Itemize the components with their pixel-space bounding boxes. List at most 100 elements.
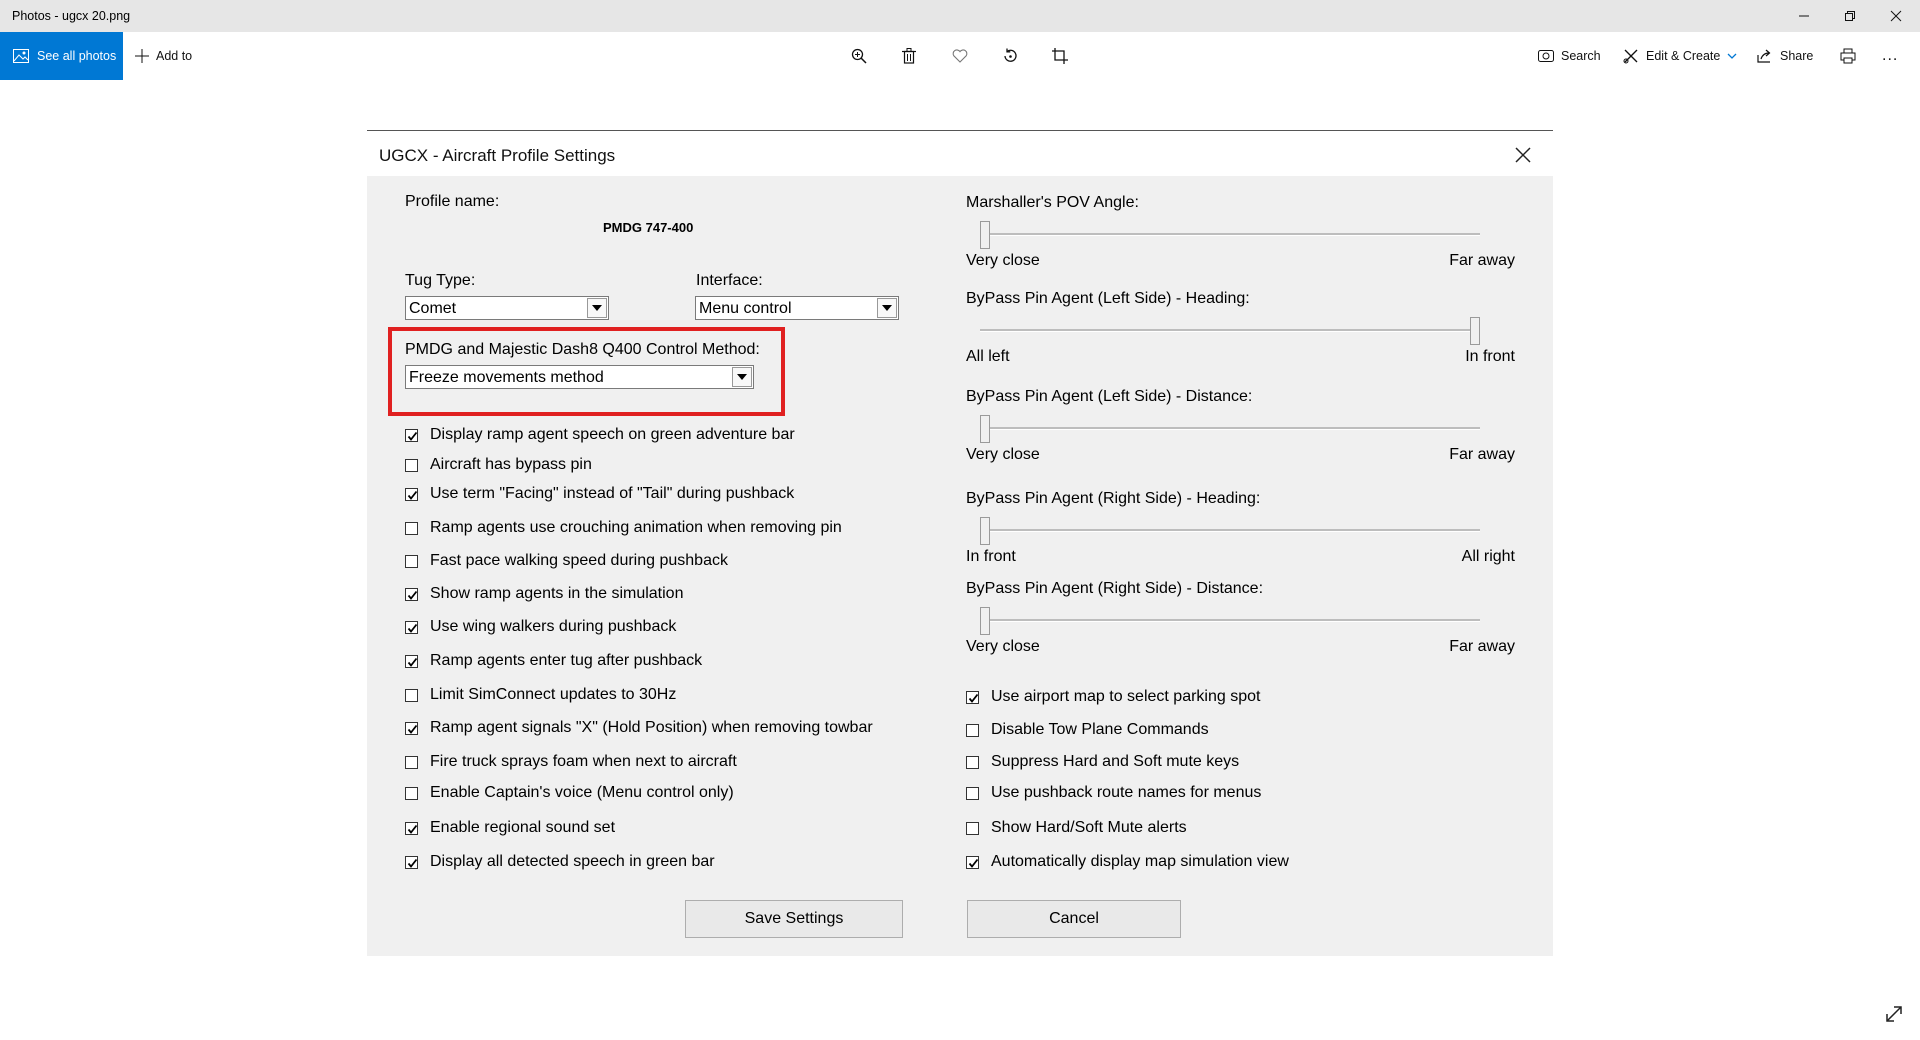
checkbox-label: Show Hard/Soft Mute alerts bbox=[991, 819, 1187, 836]
slider-label: ByPass Pin Agent (Right Side) - Heading: bbox=[966, 490, 1261, 507]
checkbox-checked[interactable] bbox=[966, 855, 979, 869]
slider-label: Marshaller's POV Angle: bbox=[966, 194, 1139, 211]
checkbox-unchecked[interactable] bbox=[966, 786, 979, 800]
slider-track[interactable] bbox=[980, 329, 1480, 332]
close-window-button[interactable] bbox=[1873, 0, 1919, 32]
slider[interactable] bbox=[970, 219, 1490, 251]
slider[interactable] bbox=[970, 605, 1490, 637]
checkbox-checked[interactable] bbox=[405, 587, 418, 601]
checkbox-row[interactable]: Enable Captain's voice (Menu control onl… bbox=[405, 784, 734, 802]
expand-icon[interactable] bbox=[1884, 1004, 1904, 1024]
interface-value: Menu control bbox=[699, 300, 792, 317]
rotate-button[interactable] bbox=[998, 44, 1022, 68]
checkbox-checked[interactable] bbox=[405, 855, 418, 869]
slider-min-label: All left bbox=[966, 348, 1010, 365]
checkbox-row[interactable]: Automatically display map simulation vie… bbox=[966, 853, 1289, 871]
checkbox-unchecked[interactable] bbox=[966, 755, 979, 769]
slider-max-label: All right bbox=[1461, 548, 1515, 565]
delete-button[interactable] bbox=[897, 44, 921, 68]
interface-select[interactable]: Menu control bbox=[695, 296, 899, 320]
checkbox-unchecked[interactable] bbox=[966, 723, 979, 737]
dropdown-button[interactable] bbox=[732, 367, 752, 387]
checkbox-unchecked[interactable] bbox=[405, 521, 418, 535]
checkbox-checked[interactable] bbox=[966, 690, 979, 704]
checkbox-row[interactable]: Use airport map to select parking spot bbox=[966, 688, 1260, 706]
save-settings-button[interactable]: Save Settings bbox=[685, 900, 903, 938]
checkbox-label: Display ramp agent speech on green adven… bbox=[430, 426, 795, 443]
checkbox-row[interactable]: Ramp agents enter tug after pushback bbox=[405, 652, 702, 670]
crop-button[interactable] bbox=[1048, 44, 1072, 68]
checkbox-unchecked[interactable] bbox=[405, 554, 418, 568]
slider-track[interactable] bbox=[980, 529, 1480, 532]
checkbox-row[interactable]: Disable Tow Plane Commands bbox=[966, 721, 1209, 739]
checkbox-checked[interactable] bbox=[405, 428, 418, 442]
checkbox-row[interactable]: Ramp agents use crouching animation when… bbox=[405, 519, 842, 537]
slider-track[interactable] bbox=[980, 233, 1480, 236]
favorite-button[interactable] bbox=[948, 44, 972, 68]
checkbox-row[interactable]: Show Hard/Soft Mute alerts bbox=[966, 819, 1187, 837]
dropdown-button[interactable] bbox=[877, 298, 897, 318]
share-button[interactable]: Share bbox=[1757, 32, 1813, 80]
checkbox-row[interactable]: Suppress Hard and Soft mute keys bbox=[966, 753, 1239, 771]
checkbox-label: Automatically display map simulation vie… bbox=[991, 853, 1289, 870]
checkbox-checked[interactable] bbox=[405, 654, 418, 668]
checkbox-unchecked[interactable] bbox=[405, 458, 418, 472]
cancel-label: Cancel bbox=[1049, 910, 1099, 927]
checkbox-checked[interactable] bbox=[405, 487, 418, 501]
checkbox-row[interactable]: Limit SimConnect updates to 30Hz bbox=[405, 686, 676, 704]
search-icon bbox=[1538, 50, 1554, 62]
checkbox-row[interactable]: Fast pace walking speed during pushback bbox=[405, 552, 728, 570]
print-button[interactable] bbox=[1836, 44, 1860, 68]
slider-thumb[interactable] bbox=[1470, 317, 1480, 345]
close-icon[interactable] bbox=[1511, 143, 1535, 167]
slider-thumb[interactable] bbox=[980, 415, 990, 443]
zoom-button[interactable] bbox=[847, 44, 871, 68]
cancel-button[interactable]: Cancel bbox=[967, 900, 1181, 938]
tug-type-select[interactable]: Comet bbox=[405, 296, 609, 320]
checkbox-row[interactable]: Show ramp agents in the simulation bbox=[405, 585, 683, 603]
checkbox-label: Ramp agent signals "X" (Hold Position) w… bbox=[430, 719, 873, 736]
control-method-select[interactable]: Freeze movements method bbox=[405, 365, 754, 389]
checkbox-row[interactable]: Fire truck sprays foam when next to airc… bbox=[405, 753, 737, 771]
add-to-button[interactable]: Add to bbox=[135, 32, 192, 80]
slider-track[interactable] bbox=[980, 427, 1480, 430]
checkbox-row[interactable]: Use term "Facing" instead of "Tail" duri… bbox=[405, 485, 794, 503]
checkbox-row[interactable]: Use wing walkers during pushback bbox=[405, 618, 676, 636]
title-bar: Photos - ugcx 20.png bbox=[0, 0, 1920, 32]
slider-thumb[interactable] bbox=[980, 221, 990, 249]
checkbox-checked[interactable] bbox=[405, 620, 418, 634]
dropdown-button[interactable] bbox=[587, 298, 607, 318]
more-options-button[interactable]: ... bbox=[1882, 32, 1898, 80]
add-to-label: Add to bbox=[156, 49, 193, 63]
checkbox-row[interactable]: Use pushback route names for menus bbox=[966, 784, 1261, 802]
profile-name-label: Profile name: bbox=[405, 193, 500, 210]
slider-label: ByPass Pin Agent (Left Side) - Distance: bbox=[966, 388, 1253, 405]
slider-max-label: Far away bbox=[1449, 638, 1515, 655]
checkbox-label: Ramp agents enter tug after pushback bbox=[430, 652, 703, 669]
tug-type-value: Comet bbox=[409, 300, 457, 317]
checkbox-unchecked[interactable] bbox=[405, 786, 418, 800]
checkbox-checked[interactable] bbox=[405, 721, 418, 735]
checkbox-unchecked[interactable] bbox=[966, 821, 979, 835]
checkbox-unchecked[interactable] bbox=[405, 755, 418, 769]
checkbox-row[interactable]: Ramp agent signals "X" (Hold Position) w… bbox=[405, 719, 873, 737]
slider-thumb[interactable] bbox=[980, 517, 990, 545]
printer-icon bbox=[1840, 48, 1856, 64]
checkbox-checked[interactable] bbox=[405, 821, 418, 835]
slider-track[interactable] bbox=[980, 619, 1480, 622]
slider[interactable] bbox=[970, 413, 1490, 445]
slider[interactable] bbox=[970, 315, 1490, 347]
slider-thumb[interactable] bbox=[980, 607, 990, 635]
see-all-photos-button[interactable]: See all photos bbox=[0, 32, 123, 80]
minimize-button[interactable] bbox=[1781, 0, 1827, 32]
checkbox-row[interactable]: Display ramp agent speech on green adven… bbox=[405, 426, 795, 444]
checkbox-row[interactable]: Aircraft has bypass pin bbox=[405, 456, 592, 474]
checkbox-row[interactable]: Display all detected speech in green bar bbox=[405, 853, 715, 871]
search-button[interactable]: Search bbox=[1538, 32, 1601, 80]
slider[interactable] bbox=[970, 515, 1490, 547]
edit-create-button[interactable]: Edit & Create bbox=[1623, 32, 1737, 80]
checkbox-label: Suppress Hard and Soft mute keys bbox=[991, 753, 1240, 770]
checkbox-unchecked[interactable] bbox=[405, 688, 418, 702]
checkbox-row[interactable]: Enable regional sound set bbox=[405, 819, 615, 837]
restore-button[interactable] bbox=[1827, 0, 1873, 32]
